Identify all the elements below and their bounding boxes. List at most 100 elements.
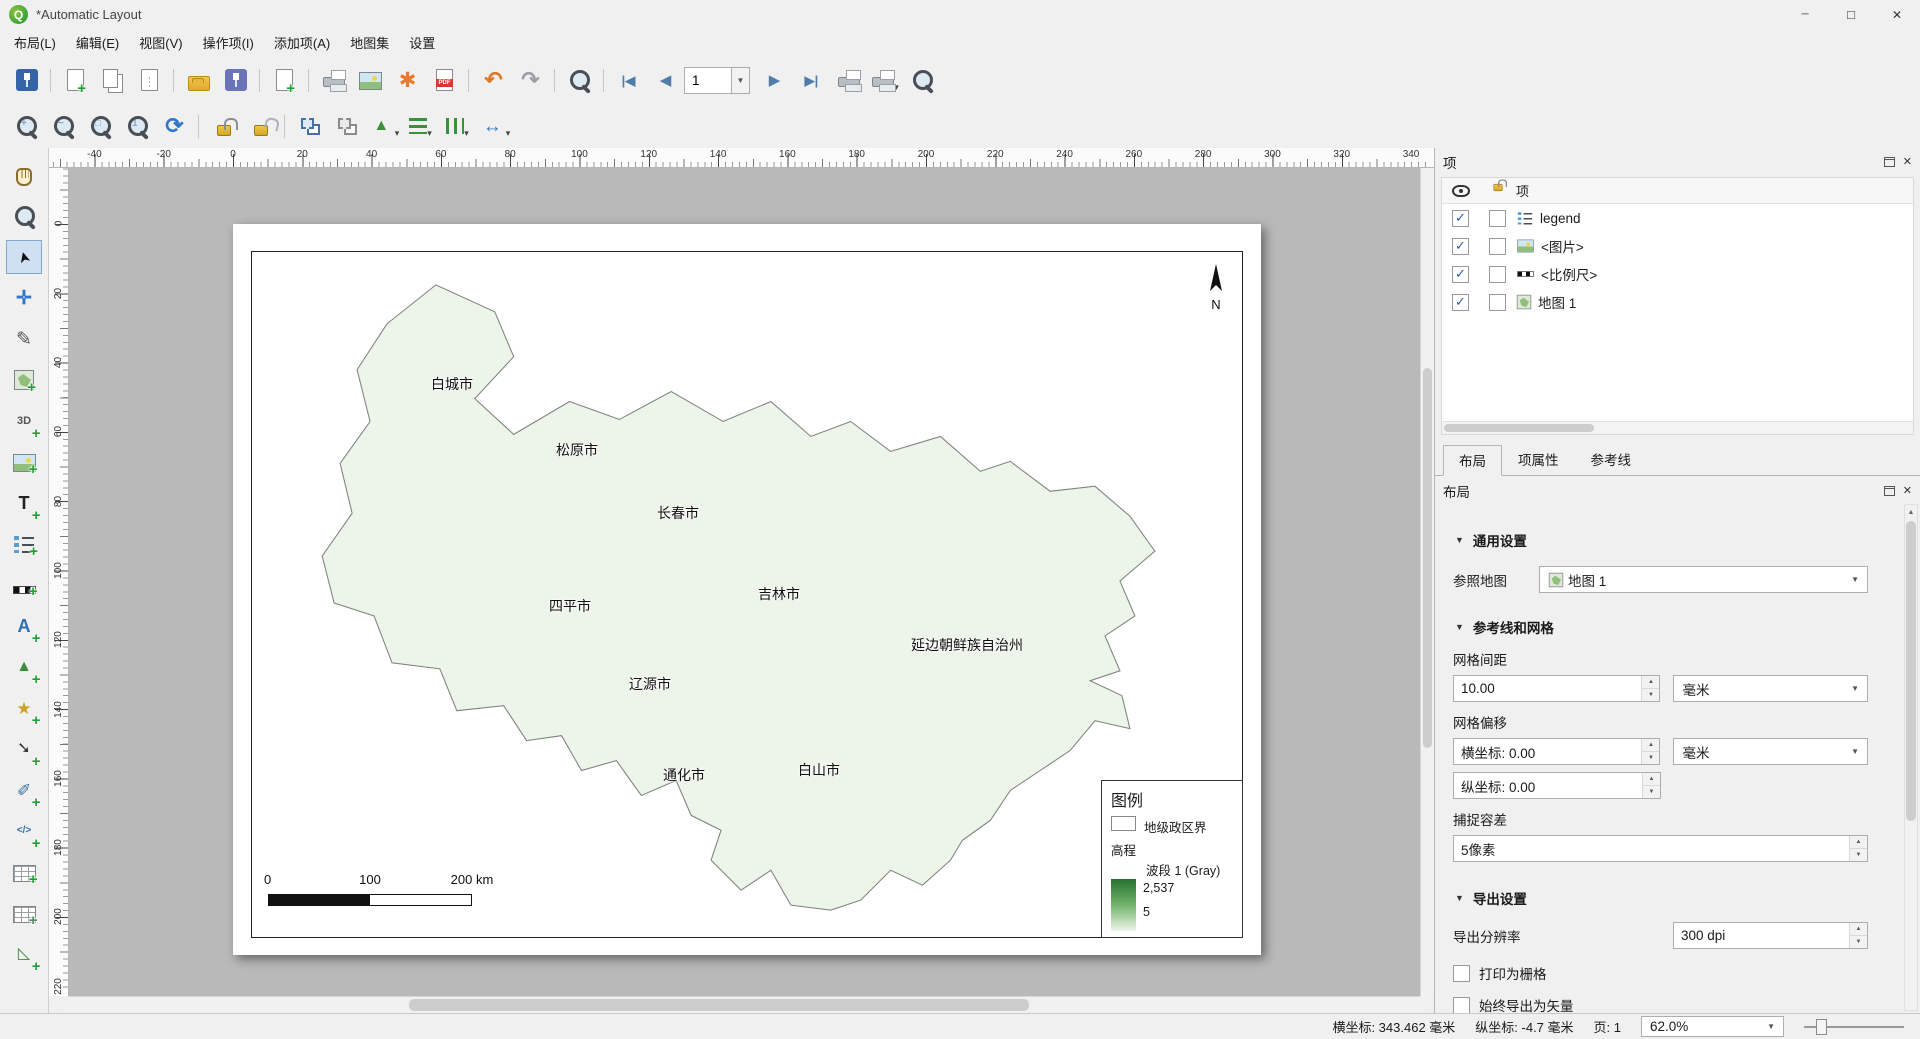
edit-nodes-item-button[interactable]: ✎ bbox=[6, 322, 42, 356]
menu-layout[interactable]: 布局(L) bbox=[4, 29, 66, 56]
item-visibility-checkbox[interactable]: ✓ bbox=[1452, 238, 1469, 255]
zoom-layout-button[interactable] bbox=[6, 199, 42, 233]
add-picture-button[interactable] bbox=[6, 445, 42, 479]
layout-canvas[interactable]: 白城市松原市长春市四平市吉林市辽源市延边朝鲜族自治州通化市白山市 N 01002… bbox=[69, 168, 1420, 996]
canvas-horizontal-scrollbar[interactable] bbox=[69, 996, 1420, 1013]
zoom-slider[interactable] bbox=[1804, 1017, 1904, 1037]
load-template-button[interactable] bbox=[180, 63, 217, 98]
add-scalebar-button[interactable] bbox=[6, 568, 42, 602]
zoom-slider-thumb[interactable] bbox=[1816, 1019, 1827, 1035]
item-lock-checkbox[interactable] bbox=[1489, 210, 1506, 227]
lock-items-button[interactable] bbox=[205, 109, 242, 144]
atlas-last-feature-button[interactable]: ▶| bbox=[793, 63, 830, 98]
print-as-raster-checkbox[interactable]: 打印为栅格 bbox=[1453, 963, 1868, 983]
preview-atlas-button[interactable] bbox=[561, 63, 598, 98]
export-resolution-input[interactable]: 300 dpi bbox=[1673, 922, 1868, 949]
atlas-first-feature-button[interactable]: |◀ bbox=[610, 63, 647, 98]
grid-offset-y-input[interactable]: 纵坐标: 0.00 bbox=[1453, 772, 1661, 799]
pan-layout-button[interactable] bbox=[6, 158, 42, 192]
new-layout-button[interactable] bbox=[57, 63, 94, 98]
select-move-item-button[interactable]: ➤ bbox=[6, 240, 42, 274]
add-attribute-table-button[interactable] bbox=[6, 855, 42, 889]
add-label-button[interactable]: T bbox=[6, 486, 42, 520]
add-items-from-template-button[interactable] bbox=[266, 63, 303, 98]
add-node-item-button[interactable]: ✐ bbox=[6, 773, 42, 807]
tab-item-properties[interactable]: 项属性 bbox=[1502, 444, 1575, 475]
menu-items[interactable]: 操作项(I) bbox=[193, 29, 264, 56]
export-pdf-button[interactable] bbox=[426, 63, 463, 98]
export-svg-button[interactable]: ✱ bbox=[389, 63, 426, 98]
panel-vertical-scrollbar[interactable]: ▲ bbox=[1904, 504, 1918, 1011]
menu-add-item[interactable]: 添加项(A) bbox=[264, 29, 340, 56]
spin-down-icon[interactable] bbox=[1643, 786, 1660, 798]
export-atlas-button[interactable]: ▾ bbox=[867, 63, 904, 98]
add-arrow-button[interactable]: ➘ bbox=[6, 732, 42, 766]
maximize-button[interactable] bbox=[1828, 0, 1874, 29]
undock-panel-icon[interactable] bbox=[1884, 486, 1895, 496]
menu-atlas[interactable]: 地图集 bbox=[340, 29, 399, 56]
atlas-page-dropdown-button[interactable] bbox=[732, 67, 750, 94]
resize-items-button[interactable]: ↔ ▾ bbox=[476, 109, 513, 144]
items-horizontal-scrollbar[interactable] bbox=[1442, 421, 1913, 434]
unlock-all-button[interactable] bbox=[242, 109, 279, 144]
undock-panel-icon[interactable] bbox=[1884, 157, 1895, 167]
atlas-previous-feature-button[interactable]: ◀ bbox=[647, 63, 684, 98]
add-shape-button[interactable]: ▲ bbox=[6, 650, 42, 684]
save-project-button[interactable] bbox=[8, 63, 45, 98]
print-layout-button[interactable] bbox=[315, 63, 352, 98]
add-3d-map-button[interactable]: 3D bbox=[6, 404, 42, 438]
redo-button[interactable]: ↷ bbox=[512, 63, 549, 98]
grid-spacing-input[interactable]: 10.00 bbox=[1453, 675, 1660, 702]
add-fixed-table-button[interactable] bbox=[6, 896, 42, 930]
tab-layout[interactable]: 布局 bbox=[1443, 445, 1502, 476]
grid-offset-x-input[interactable]: 横坐标: 0.00 bbox=[1453, 738, 1660, 765]
item-row[interactable]: ✓ 地图 1 bbox=[1442, 288, 1913, 316]
raise-items-button[interactable]: ▲ ▾ bbox=[365, 109, 402, 144]
add-legend-button[interactable] bbox=[6, 527, 42, 561]
close-button[interactable] bbox=[1874, 0, 1920, 29]
item-row[interactable]: ✓ <图片> bbox=[1442, 232, 1913, 260]
move-item-content-button[interactable]: ✛ bbox=[6, 281, 42, 315]
zoom-out-button[interactable]: − bbox=[45, 109, 82, 144]
item-row[interactable]: ✓ legend bbox=[1442, 204, 1913, 232]
reference-map-select[interactable]: 地图 1 bbox=[1539, 566, 1868, 593]
canvas-vertical-scrollbar[interactable] bbox=[1420, 168, 1434, 996]
grid-spacing-unit-select[interactable]: 毫米 bbox=[1673, 675, 1868, 702]
add-marker-button[interactable]: ★ bbox=[6, 691, 42, 725]
spin-up-icon[interactable] bbox=[1850, 836, 1867, 849]
ungroup-items-button[interactable] bbox=[328, 109, 365, 144]
group-items-button[interactable] bbox=[291, 109, 328, 144]
grid-offset-unit-select[interactable]: 毫米 bbox=[1673, 738, 1868, 765]
save-as-template-button[interactable] bbox=[217, 63, 254, 98]
item-visibility-checkbox[interactable]: ✓ bbox=[1452, 294, 1469, 311]
item-visibility-checkbox[interactable]: ✓ bbox=[1452, 210, 1469, 227]
add-map-button[interactable] bbox=[6, 363, 42, 397]
spin-down-icon[interactable] bbox=[1642, 752, 1659, 764]
spin-down-icon[interactable] bbox=[1850, 849, 1867, 861]
menu-view[interactable]: 视图(V) bbox=[129, 29, 192, 56]
item-row[interactable]: ✓ <比例尺> bbox=[1442, 260, 1913, 288]
undo-button[interactable]: ↶ bbox=[475, 63, 512, 98]
item-visibility-checkbox[interactable]: ✓ bbox=[1452, 266, 1469, 283]
spin-down-icon[interactable] bbox=[1850, 936, 1867, 948]
guides-grid-section[interactable]: 参考线和网格 bbox=[1453, 617, 1868, 637]
map-item[interactable]: 白城市松原市长春市四平市吉林市辽源市延边朝鲜族自治州通化市白山市 N 01002… bbox=[251, 251, 1243, 938]
spin-up-icon[interactable] bbox=[1642, 739, 1659, 752]
snap-tolerance-input[interactable]: 5像素 bbox=[1453, 835, 1868, 862]
menu-edit[interactable]: 编辑(E) bbox=[66, 29, 129, 56]
export-settings-section[interactable]: 导出设置 bbox=[1453, 888, 1868, 908]
refresh-view-button[interactable]: ⟳ bbox=[156, 109, 193, 144]
always-export-vector-checkbox[interactable]: 始终导出为矢量 bbox=[1453, 995, 1868, 1013]
scroll-up-icon[interactable]: ▲ bbox=[1905, 505, 1917, 519]
close-panel-icon[interactable] bbox=[1903, 155, 1912, 168]
menu-settings[interactable]: 设置 bbox=[399, 29, 445, 56]
zoom-in-button[interactable]: + bbox=[8, 109, 45, 144]
layout-manager-button[interactable] bbox=[131, 63, 168, 98]
atlas-settings-button[interactable] bbox=[904, 63, 941, 98]
tab-guides[interactable]: 参考线 bbox=[1575, 444, 1648, 475]
layout-page[interactable]: 白城市松原市长春市四平市吉林市辽源市延边朝鲜族自治州通化市白山市 N 01002… bbox=[233, 224, 1261, 955]
align-items-button[interactable]: ▾ bbox=[402, 109, 439, 144]
spin-up-icon[interactable] bbox=[1850, 923, 1867, 936]
atlas-page-input[interactable] bbox=[684, 67, 732, 94]
print-atlas-button[interactable] bbox=[830, 63, 867, 98]
